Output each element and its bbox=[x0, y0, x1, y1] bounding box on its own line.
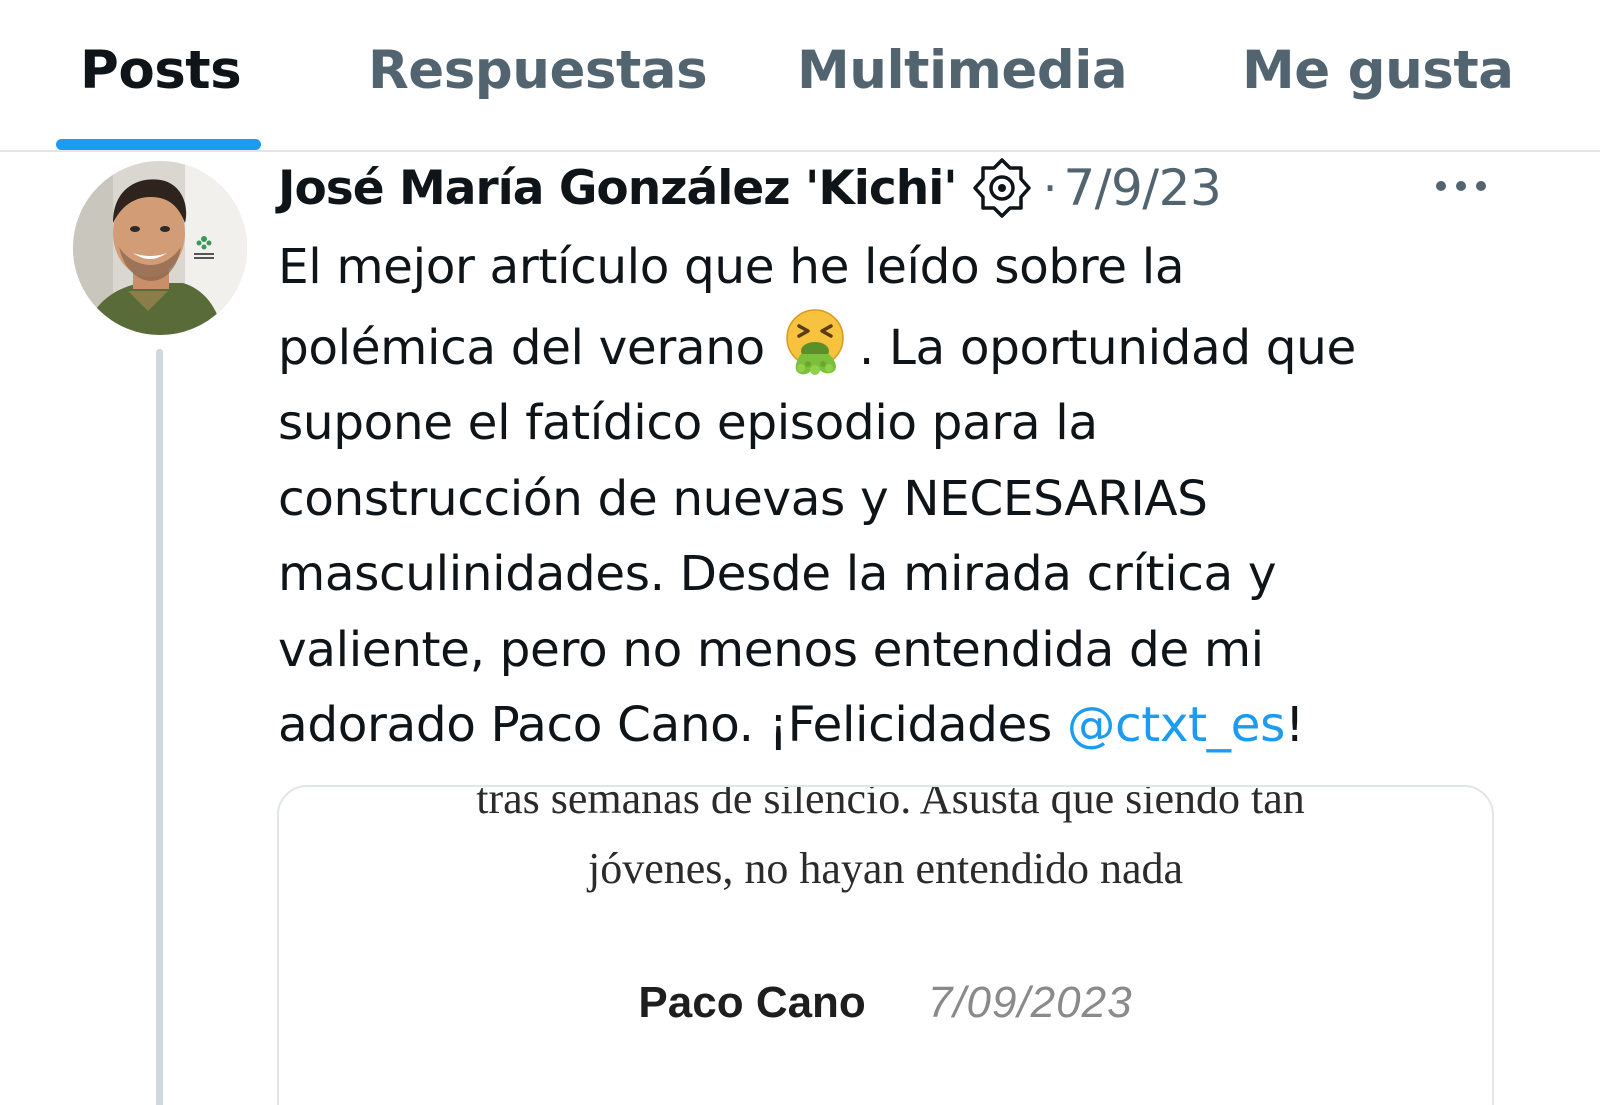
media-author: Paco Cano bbox=[638, 978, 866, 1027]
post-text-line: supone el fatídico episodio para la bbox=[278, 395, 1098, 451]
post-text-line: construcción de nuevas y NECESARIAS bbox=[278, 470, 1208, 527]
post-text-segment: adorado Paco Cano. ¡Felicidades bbox=[278, 697, 1067, 753]
tab-posts[interactable]: Posts bbox=[80, 36, 242, 106]
post-header: José María González 'Kichi' · 7/9/23 bbox=[278, 155, 1222, 221]
user-avatar-image bbox=[73, 161, 247, 335]
media-text-line: tras semanas de silencio. Asusta que sie… bbox=[476, 785, 1305, 823]
tab-multimedia[interactable]: Multimedia bbox=[797, 36, 1128, 106]
more-options-icon[interactable] bbox=[1432, 172, 1490, 200]
header-separator: · bbox=[1042, 161, 1058, 215]
post-text-segment: polémica del verano bbox=[278, 319, 765, 376]
verified-badge-icon[interactable] bbox=[971, 157, 1033, 219]
tab-respuestas[interactable]: Respuestas bbox=[368, 36, 708, 106]
thread-line bbox=[156, 349, 163, 1105]
profile-timeline: Posts Respuestas Multimedia Me gusta Jos… bbox=[0, 0, 1600, 1105]
author-name[interactable]: José María González 'Kichi' bbox=[278, 161, 958, 216]
face-vomiting-emoji-icon bbox=[779, 306, 851, 378]
active-tab-indicator bbox=[56, 139, 261, 150]
post-text-line: polémica del verano . La oportunidad que bbox=[278, 306, 1518, 387]
post-text: El mejor artículo que he leído sobre la … bbox=[278, 230, 1518, 764]
post-text-line: El mejor artículo que he leído sobre la bbox=[278, 239, 1185, 295]
media-text-line: jóvenes, no hayan entendido nada bbox=[587, 844, 1184, 893]
post-text-segment: ! bbox=[1284, 697, 1304, 753]
post-text-line: masculinidades. Desde la mirada crítica … bbox=[278, 546, 1277, 602]
tab-me-gusta[interactable]: Me gusta bbox=[1242, 36, 1514, 106]
post-text-segment: . La oportunidad que bbox=[858, 319, 1357, 376]
avatar[interactable] bbox=[73, 161, 247, 335]
media-byline: Paco Cano 7/09/2023 bbox=[279, 977, 1492, 1028]
mention-link[interactable]: @ctxt_es bbox=[1067, 697, 1285, 753]
post-text-line: adorado Paco Cano. ¡Felicidades @ctxt_es… bbox=[278, 688, 1518, 764]
profile-tabs: Posts Respuestas Multimedia Me gusta bbox=[0, 0, 1600, 152]
media-date: 7/09/2023 bbox=[927, 978, 1133, 1027]
post-text-line: valiente, pero no menos entendida de mi bbox=[278, 621, 1264, 678]
post-date[interactable]: 7/9/23 bbox=[1063, 159, 1221, 217]
post-media-image[interactable]: tras semanas de silencio. Asusta que sie… bbox=[277, 785, 1494, 1105]
